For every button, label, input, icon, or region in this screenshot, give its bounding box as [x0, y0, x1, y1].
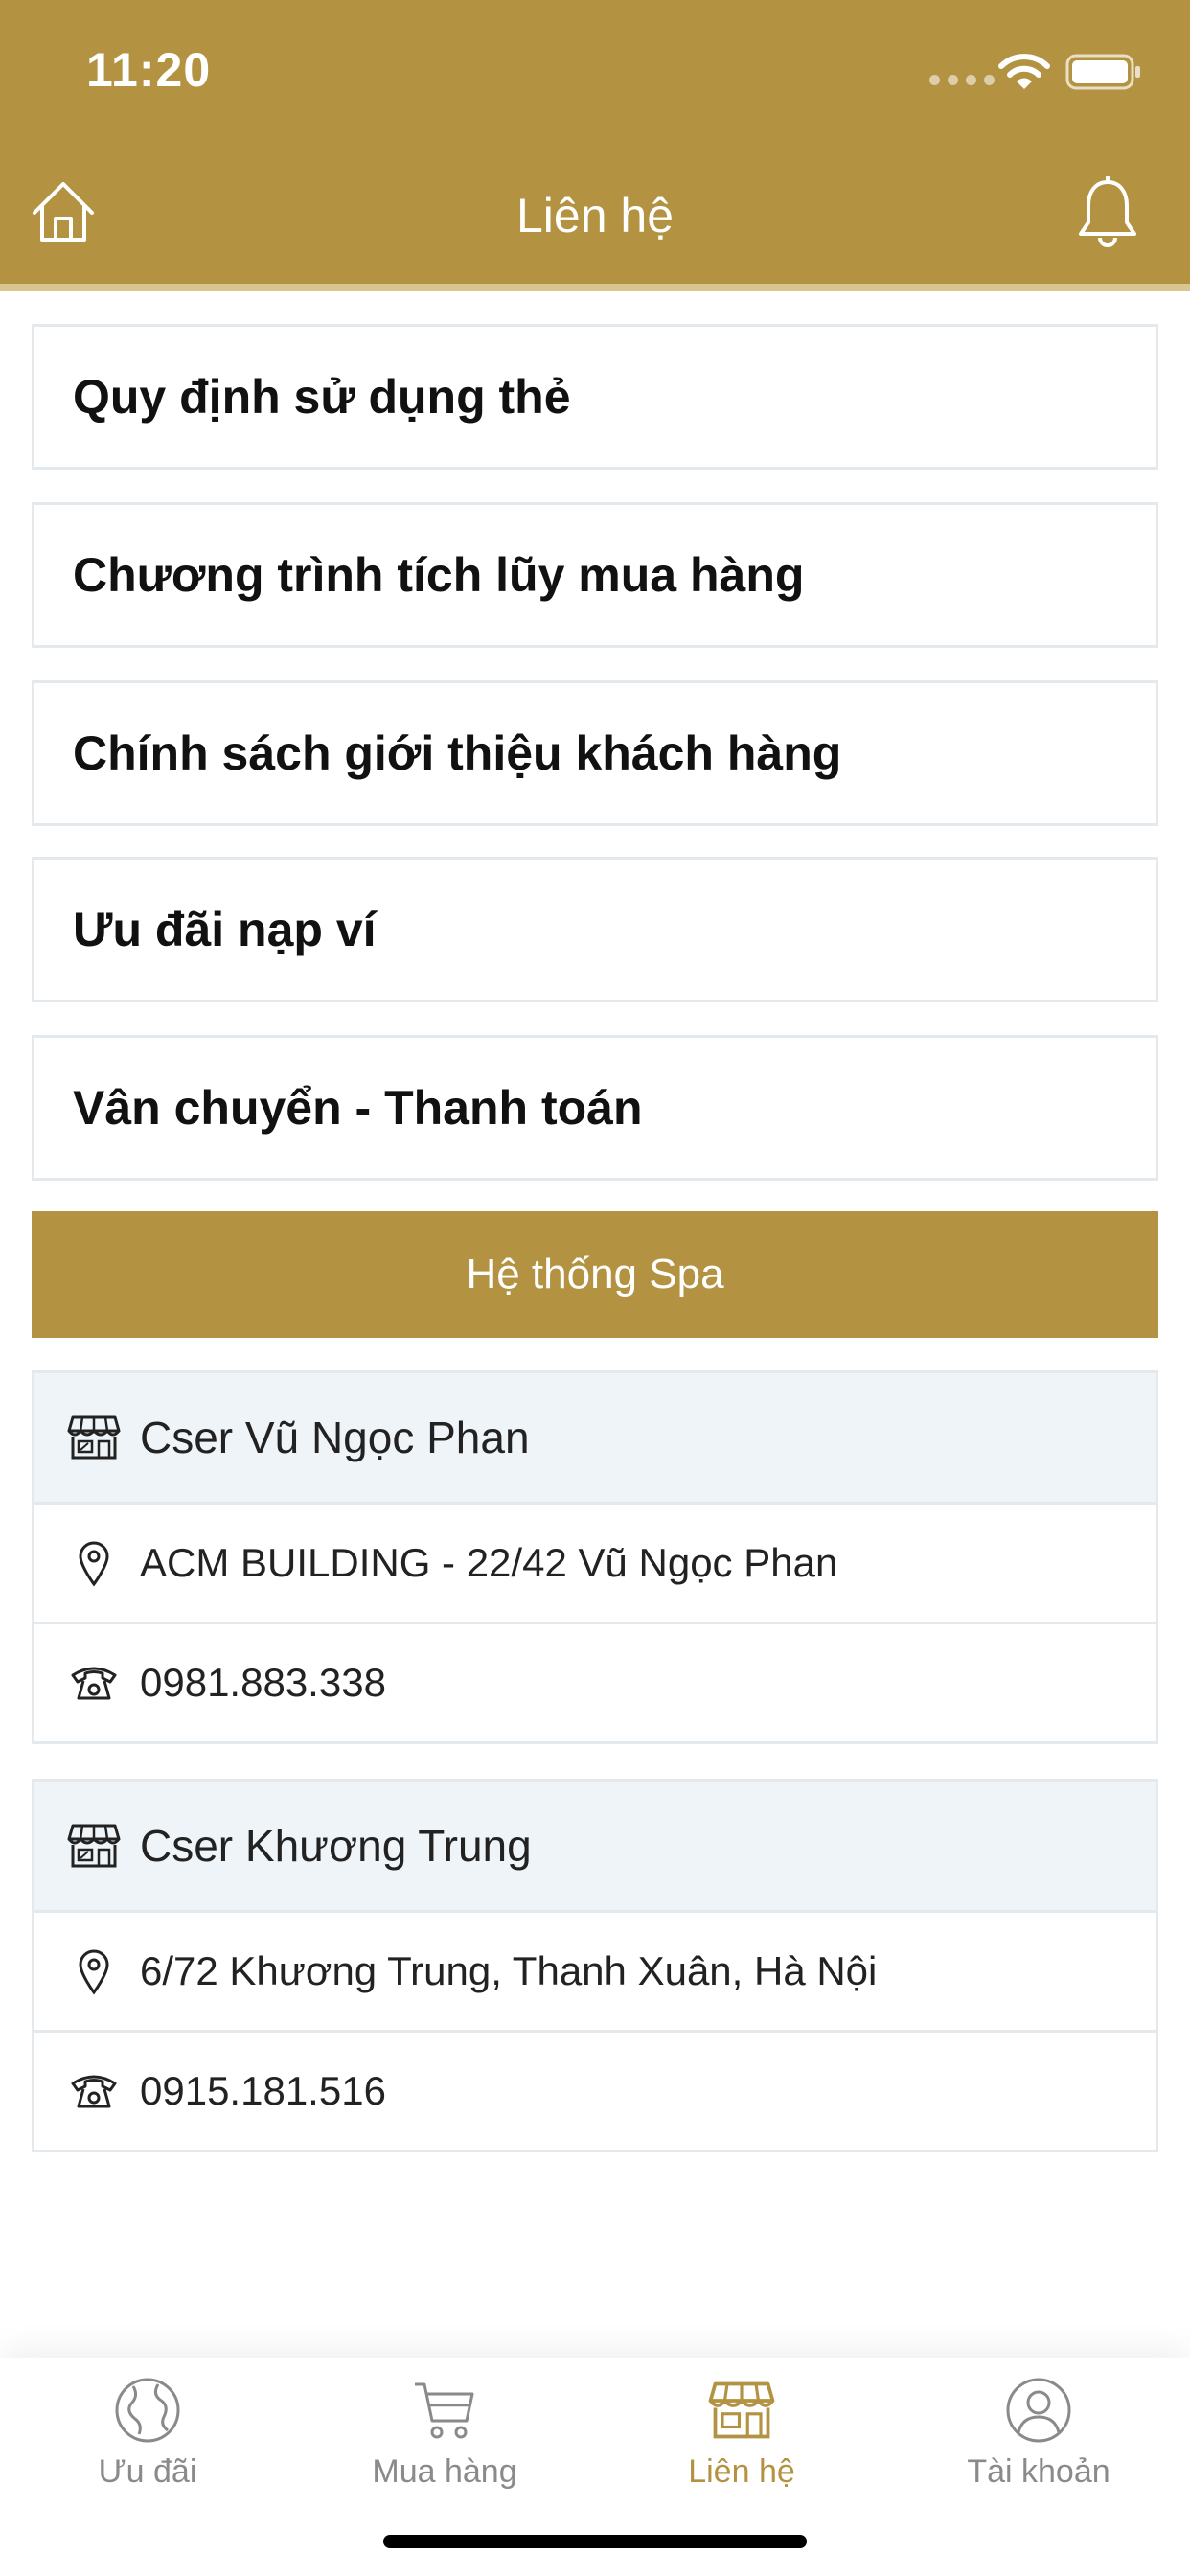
notification-button[interactable]	[1077, 175, 1138, 249]
page-title: Liên hệ	[515, 189, 675, 242]
spa-card: Cser Khương Trung 6/72 Khương Trung, Tha…	[32, 1779, 1158, 2152]
cart-icon	[415, 2382, 474, 2439]
spa-name-row[interactable]: Cser Vũ Ngọc Phan	[34, 1373, 1156, 1502]
store-icon	[708, 2381, 775, 2439]
menu-item-card-rules[interactable]: Quy định sử dụng thẻ	[32, 324, 1158, 470]
spa-name: Cser Vũ Ngọc Phan	[140, 1413, 530, 1462]
store-icon	[67, 1414, 121, 1461]
menu-item-wallet-offers[interactable]: Ưu đãi nạp ví	[32, 857, 1158, 1002]
tab-lien-he[interactable]: Liên hệ	[627, 2377, 857, 2491]
location-pin-icon	[67, 1947, 121, 1995]
menu-item-label: Ưu đãi nạp ví	[73, 903, 377, 956]
spa-address: 6/72 Khương Trung, Thanh Xuân, Hà Nội	[140, 1948, 878, 1993]
menu-item-shipping-payment[interactable]: Vân chuyển - Thanh toán	[32, 1035, 1158, 1181]
menu-item-loyalty-program[interactable]: Chương trình tích lũy mua hàng	[32, 502, 1158, 648]
spa-name-row[interactable]: Cser Khương Trung	[34, 1782, 1156, 1910]
menu-item-label: Quy định sử dụng thẻ	[73, 370, 571, 424]
bell-icon	[1079, 175, 1136, 247]
spa-system-title: Hệ thống Spa	[466, 1251, 724, 1298]
location-pin-icon	[67, 1539, 121, 1587]
menu-item-label: Vân chuyển - Thanh toán	[73, 1081, 643, 1135]
spa-system-header: Hệ thống Spa	[32, 1211, 1158, 1338]
tab-label: Tài khoản	[967, 2453, 1110, 2490]
spa-address-row: ACM BUILDING - 22/42 Vũ Ngọc Phan	[34, 1502, 1156, 1622]
home-indicator	[383, 2535, 807, 2548]
spa-name: Cser Khương Trung	[140, 1821, 532, 1871]
menu-item-label: Chương trình tích lũy mua hàng	[73, 548, 805, 602]
telephone-icon	[67, 1664, 121, 1702]
tab-label: Liên hệ	[688, 2453, 795, 2490]
store-icon	[67, 1822, 121, 1870]
tab-mua-hang[interactable]: Mua hàng	[330, 2377, 560, 2491]
tab-tai-khoan[interactable]: Tài khoản	[924, 2377, 1154, 2491]
header-divider	[0, 284, 1190, 291]
spa-card: Cser Vũ Ngọc Phan ACM BUILDING - 22/42 V…	[32, 1370, 1158, 1744]
spa-phone-row[interactable]: 0915.181.516	[34, 2030, 1156, 2150]
battery-icon	[1065, 54, 1140, 90]
spa-phone-row[interactable]: 0981.883.338	[34, 1622, 1156, 1741]
spa-phone: 0981.883.338	[140, 1660, 386, 1705]
tab-uu-dai[interactable]: Ưu đãi	[33, 2377, 263, 2491]
spa-address-row: 6/72 Khương Trung, Thanh Xuân, Hà Nội	[34, 1910, 1156, 2030]
menu-item-label: Chính sách giới thiệu khách hàng	[73, 726, 842, 780]
menu-item-referral-policy[interactable]: Chính sách giới thiệu khách hàng	[32, 680, 1158, 826]
cellular-signal-icon	[929, 75, 995, 85]
tab-label: Ưu đãi	[98, 2453, 197, 2490]
globe-icon	[115, 2378, 180, 2443]
user-icon	[1006, 2378, 1071, 2443]
spa-address: ACM BUILDING - 22/42 Vũ Ngọc Phan	[140, 1540, 838, 1585]
wifi-icon	[998, 54, 1050, 89]
tab-label: Mua hàng	[372, 2453, 517, 2490]
telephone-icon	[67, 2072, 121, 2110]
spa-phone: 0915.181.516	[140, 2068, 386, 2113]
status-time: 11:20	[86, 43, 212, 97]
app-header: 11:20 Liên hệ	[0, 0, 1190, 289]
